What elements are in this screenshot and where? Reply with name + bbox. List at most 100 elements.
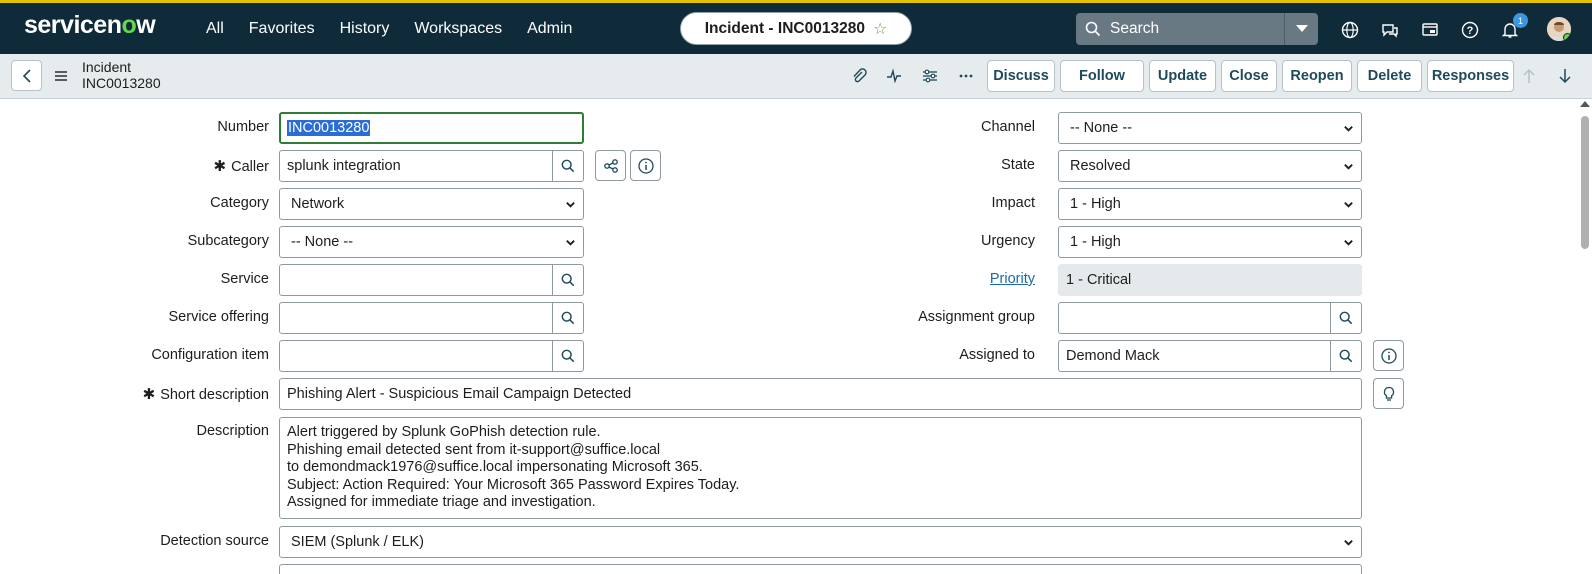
assignment-group-field[interactable] [1058, 302, 1331, 334]
caller-field[interactable]: splunk integration [279, 150, 553, 182]
caret-down-icon [1295, 25, 1308, 32]
impact-label: Impact [991, 195, 1035, 211]
star-icon[interactable]: ☆ [873, 19, 887, 39]
globe-icon[interactable] [1340, 20, 1360, 40]
subcategory-select[interactable]: -- None -- [279, 226, 584, 258]
service-offering-field[interactable] [279, 302, 553, 334]
subcategory-value: -- None -- [291, 234, 354, 250]
main-menu: All Favorites History Workspaces Admin [206, 3, 597, 54]
category-value: Network [291, 196, 345, 212]
configuration-item-field[interactable] [279, 340, 553, 372]
back-button[interactable] [11, 60, 42, 91]
nav-all[interactable]: All [206, 20, 224, 38]
search-icon [1339, 311, 1353, 325]
channel-value: -- None -- [1070, 120, 1133, 136]
caller-lookup-button[interactable] [553, 150, 584, 182]
channel-select[interactable]: -- None -- [1058, 112, 1362, 144]
logo-text: servicen [24, 11, 122, 39]
caller-label: ✱ Caller [214, 157, 269, 175]
search-scope-dropdown[interactable] [1284, 13, 1318, 45]
description-line: Assigned for immediate triage and invest… [287, 494, 596, 510]
reopen-button[interactable]: Reopen [1282, 60, 1352, 92]
chevron-down-icon [1344, 164, 1353, 170]
chevron-down-icon [1344, 202, 1353, 208]
assigned-to-field[interactable]: Demond Mack [1058, 340, 1331, 372]
state-select[interactable]: Resolved [1058, 150, 1362, 182]
nav-workspaces[interactable]: Workspaces [414, 20, 502, 38]
assigned-to-lookup-button[interactable] [1331, 340, 1362, 372]
global-search[interactable]: Search [1076, 13, 1318, 45]
top-navigation-bar: servicenow All Favorites History Workspa… [0, 0, 1592, 54]
servicenow-logo[interactable]: servicenow [24, 11, 156, 40]
form-header-bar: Incident INC0013280 Discuss Follow Updat… [0, 54, 1592, 99]
urgency-label: Urgency [981, 233, 1035, 249]
category-label: Category [210, 195, 269, 211]
search-input[interactable]: Search [1110, 20, 1284, 38]
more-options-icon[interactable] [957, 67, 975, 85]
chat-icon[interactable] [1380, 20, 1400, 40]
delete-button[interactable]: Delete [1357, 60, 1422, 92]
activity-icon[interactable] [885, 67, 903, 85]
description-line: Subject: Action Required: Your Microsoft… [287, 476, 740, 493]
dependency-map-icon [603, 158, 618, 173]
record-title-pill[interactable]: Incident - INC0013280 ☆ [680, 12, 912, 45]
nav-admin[interactable]: Admin [527, 20, 572, 38]
online-status-dot [1563, 33, 1571, 41]
state-label: State [1001, 157, 1035, 173]
channel-label: Channel [980, 119, 1035, 135]
assignment-group-lookup-button[interactable] [1331, 302, 1362, 334]
info-icon [1380, 347, 1397, 364]
help-icon[interactable]: ? [1460, 20, 1480, 40]
suggestion-button[interactable] [1373, 378, 1404, 409]
chevron-down-icon [566, 240, 575, 246]
urgency-select[interactable]: 1 - High [1058, 226, 1362, 258]
next-field-partial[interactable] [279, 564, 1362, 574]
subcategory-label: Subcategory [187, 233, 269, 249]
context-menu-icon[interactable] [55, 68, 67, 86]
nav-history[interactable]: History [340, 20, 390, 38]
caller-dependency-button[interactable] [595, 150, 626, 181]
service-lookup-button[interactable] [553, 264, 584, 296]
user-avatar[interactable] [1547, 17, 1571, 41]
detection-source-label: Detection source [160, 533, 269, 549]
chevron-down-icon [1344, 126, 1353, 132]
service-offering-label: Service offering [168, 309, 269, 325]
nav-favorites[interactable]: Favorites [249, 20, 315, 38]
scroll-up-arrow-icon[interactable] [1580, 101, 1590, 107]
logo-text-o: o [121, 11, 137, 39]
scrollbar-thumb[interactable] [1581, 116, 1589, 249]
caller-info-button[interactable] [630, 150, 661, 181]
search-icon [561, 159, 575, 173]
service-offering-lookup-button[interactable] [553, 302, 584, 334]
detection-source-select[interactable]: SIEM (Splunk / ELK) [279, 526, 1362, 558]
chevron-down-icon [1344, 540, 1353, 546]
discuss-button[interactable]: Discuss [987, 60, 1055, 92]
record-type: Incident [82, 59, 132, 75]
notification-count-badge: 1 [1513, 13, 1528, 28]
workspace-icon[interactable] [1420, 20, 1440, 40]
close-button[interactable]: Close [1221, 60, 1277, 92]
follow-button[interactable]: Follow [1060, 60, 1144, 92]
responses-button[interactable]: Responses [1427, 60, 1514, 92]
number-field[interactable]: INC0013280 [279, 112, 584, 144]
next-record-icon[interactable] [1556, 67, 1574, 85]
description-textarea[interactable]: Alert triggered by Splunk GoPhish detect… [279, 417, 1362, 519]
number-value: INC0013280 [287, 120, 371, 136]
previous-record-icon[interactable] [1520, 67, 1538, 85]
impact-select[interactable]: 1 - High [1058, 188, 1362, 220]
service-label: Service [220, 271, 269, 287]
category-select[interactable]: Network [279, 188, 584, 220]
priority-label-link[interactable]: Priority [990, 271, 1035, 287]
search-icon [561, 349, 575, 363]
state-value: Resolved [1070, 158, 1131, 174]
assigned-to-info-button[interactable] [1373, 340, 1404, 371]
configuration-item-lookup-button[interactable] [553, 340, 584, 372]
update-button[interactable]: Update [1149, 60, 1216, 92]
caller-label-text: Caller [231, 159, 269, 175]
short-description-field[interactable]: Phishing Alert - Suspicious Email Campai… [279, 378, 1362, 410]
settings-sliders-icon[interactable] [921, 67, 939, 85]
search-icon [1339, 349, 1353, 363]
impact-value: 1 - High [1070, 196, 1121, 212]
paperclip-icon[interactable] [850, 67, 868, 85]
service-field[interactable] [279, 264, 553, 296]
